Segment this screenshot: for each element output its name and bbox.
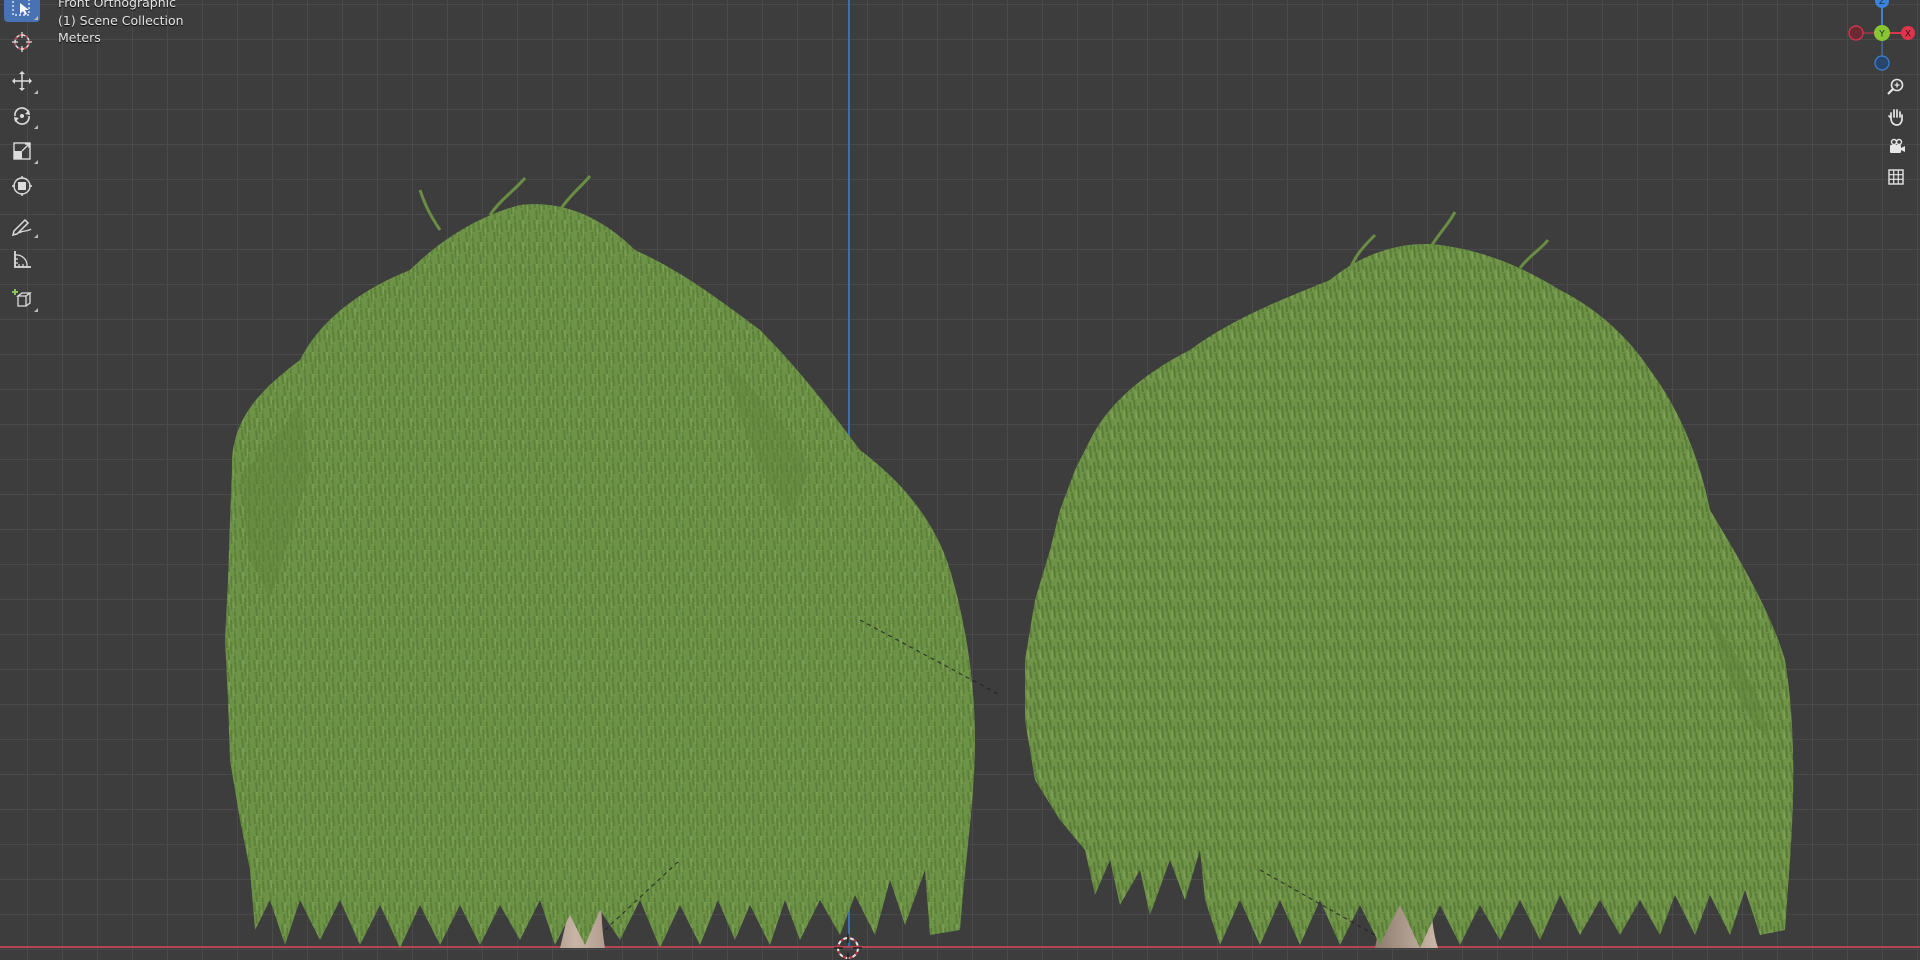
svg-text:X: X	[1905, 30, 1911, 40]
rotate-tool[interactable]	[4, 101, 40, 131]
camera-icon	[1890, 138, 1905, 153]
select-cursor-icon	[12, 0, 30, 16]
ruler-icon	[14, 251, 31, 268]
move-tool[interactable]	[4, 66, 40, 96]
collection-label: (1) Scene Collection	[58, 12, 184, 28]
svg-text:Y: Y	[1878, 30, 1885, 40]
zoom-icon	[1887, 78, 1904, 95]
move-arrows-icon	[12, 71, 32, 91]
axis-gizmo[interactable]: Z X Y	[1830, 0, 1920, 80]
grid-icon	[1888, 169, 1904, 185]
scale-icon	[13, 142, 31, 160]
viewport-info: Front Orthographic (1) Scene Collection …	[58, 0, 184, 47]
camera-view-button[interactable]	[1882, 133, 1910, 161]
gizmo-neg-z-axis[interactable]	[1874, 55, 1890, 71]
3d-cursor	[834, 934, 862, 960]
willow-tree-left	[225, 175, 975, 948]
transform-tool[interactable]	[4, 171, 40, 201]
gizmo-neg-x-axis[interactable]	[1848, 25, 1864, 41]
hand-icon	[1888, 109, 1903, 126]
scene-objects[interactable]	[0, 0, 1920, 960]
select-box-tool[interactable]	[4, 0, 40, 22]
units-label: Meters	[58, 30, 101, 45]
view-name-label: Front Orthographic	[58, 0, 176, 10]
measure-tool[interactable]	[4, 245, 40, 275]
3d-cursor-icon	[12, 32, 32, 52]
zoom-button[interactable]	[1882, 73, 1910, 101]
willow-tree-right	[1025, 211, 1794, 948]
add-cube-icon	[12, 289, 32, 307]
cursor-tool[interactable]	[4, 27, 40, 57]
navigation-gizmo[interactable]: Z X Y	[1830, 0, 1920, 80]
rotate-icon	[14, 107, 30, 125]
scale-tool[interactable]	[4, 136, 40, 166]
svg-text:Z: Z	[1879, 0, 1885, 7]
orthographic-toggle-button[interactable]	[1882, 163, 1910, 191]
pan-button[interactable]	[1882, 103, 1910, 131]
annotate-tool[interactable]	[4, 210, 40, 240]
add-cube-tool[interactable]	[4, 284, 40, 314]
pencil-icon	[11, 218, 32, 236]
3d-viewport[interactable]: Front Orthographic (1) Scene Collection …	[0, 0, 1920, 960]
transform-icon	[12, 176, 32, 196]
